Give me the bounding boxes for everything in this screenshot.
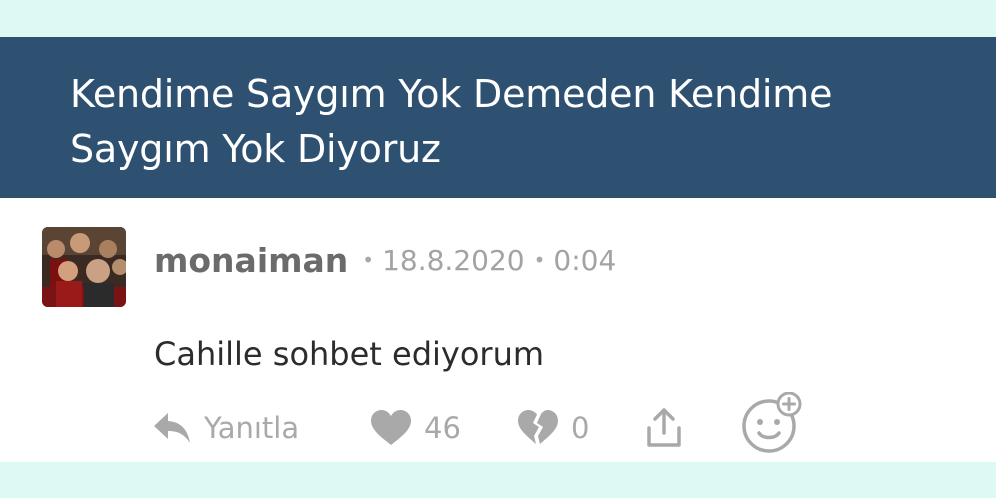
- add-reaction-button[interactable]: [740, 391, 802, 455]
- avatar[interactable]: [42, 227, 126, 307]
- meta-separator: •: [533, 248, 546, 272]
- share-button[interactable]: [644, 403, 684, 453]
- reply-button[interactable]: Yanıtla: [152, 403, 299, 453]
- share-icon: [647, 408, 681, 447]
- page-title: Kendime Saygım Yok Demeden Kendime Saygı…: [70, 72, 833, 171]
- comment-date: 18.8.2020: [382, 243, 525, 277]
- title-bar: Kendime Saygım Yok Demeden Kendime Saygı…: [0, 37, 996, 198]
- reply-label: Yanıtla: [204, 411, 300, 445]
- comment-text: Cahille sohbet ediyorum: [154, 335, 545, 373]
- comment-time: 0:04: [553, 243, 617, 277]
- comment-card: monaiman • 18.8.2020 • 0:04 Cahille sohb…: [0, 198, 996, 462]
- username[interactable]: monaiman: [154, 241, 348, 280]
- comment-meta: monaiman • 18.8.2020 • 0:04: [154, 238, 616, 282]
- like-count: 46: [424, 411, 461, 445]
- meta-separator: •: [362, 248, 375, 272]
- like-button[interactable]: 46: [370, 403, 461, 453]
- broken-heart-icon: [518, 410, 558, 444]
- add-reaction-smiley-icon: [742, 392, 802, 453]
- comment-actions: Yanıtla 46 0: [0, 392, 996, 459]
- reply-arrow-icon: [154, 413, 190, 443]
- heart-icon: [371, 410, 411, 445]
- dislike-count: 0: [571, 411, 590, 445]
- dislike-button[interactable]: 0: [517, 403, 589, 453]
